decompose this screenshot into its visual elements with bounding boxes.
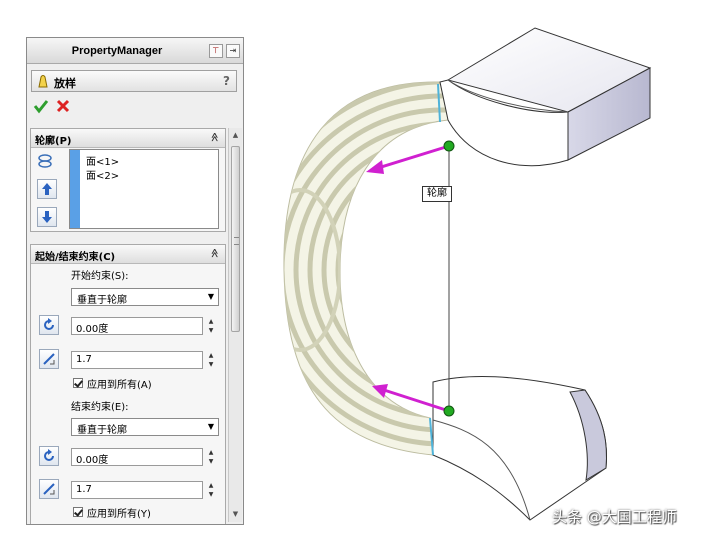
end-length-value: 1.7 — [76, 484, 92, 495]
end-apply-all-checkbox[interactable] — [73, 507, 83, 517]
end-angle-value: 0.00度 — [76, 455, 109, 466]
list-item[interactable]: 面<1> — [86, 153, 119, 168]
undock-icon[interactable]: ⇥ — [226, 44, 240, 58]
start-constraint-label: 开始约束(S): — [71, 271, 129, 282]
lower-block[interactable] — [429, 376, 608, 521]
panel-scrollbar[interactable]: ▲ ▼ — [228, 128, 242, 522]
start-length-button[interactable] — [39, 349, 59, 369]
profile-selection-button[interactable] — [35, 151, 55, 171]
check-icon[interactable] — [33, 98, 49, 114]
end-constraint-value: 垂直于轮廓 — [77, 425, 127, 436]
tangent-length-icon — [43, 353, 55, 365]
scroll-thumb[interactable] — [231, 146, 240, 332]
arrow-down-icon — [42, 211, 52, 223]
panel-title: PropertyManager — [71, 45, 163, 57]
profile-list[interactable]: 面<1> 面<2> — [69, 149, 219, 229]
pin-icon[interactable]: ⊤ — [208, 44, 223, 58]
move-down-button[interactable] — [37, 207, 57, 227]
panel-titlebar: PropertyManager ⊤ ⇥ — [27, 38, 243, 64]
loft-profile-icon — [38, 154, 52, 168]
profile-group-header[interactable]: 轮廓(P) ≫ — [31, 129, 225, 148]
collapse-icon[interactable]: ≫ — [210, 248, 220, 257]
property-manager-panel: PropertyManager ⊤ ⇥ 放样 ? 轮廓(P) ≫ 面<1> 面<… — [26, 37, 244, 525]
tangent-length-icon — [43, 483, 55, 495]
start-apply-all-label: 应用到所有(A) — [87, 380, 152, 391]
upper-block[interactable] — [437, 27, 652, 167]
end-length-input[interactable]: 1.7 — [71, 481, 203, 499]
constraint-group-title: 起始/结束约束(C) — [35, 252, 116, 263]
x-icon[interactable] — [55, 98, 71, 114]
rotate-icon — [44, 449, 54, 461]
start-length-input[interactable]: 1.7 — [71, 351, 203, 369]
feature-header: 放样 ? — [31, 70, 237, 92]
profile-group-title: 轮廓(P) — [35, 136, 72, 147]
start-angle-value: 0.00度 — [76, 324, 109, 335]
watermark: 头条 @大国工程师 — [552, 508, 677, 526]
loft-icon — [38, 75, 48, 88]
end-angle-spinner[interactable]: ▲ ▼ — [205, 448, 217, 466]
start-angle-button[interactable] — [39, 315, 59, 335]
end-length-spinner[interactable]: ▲ ▼ — [205, 481, 217, 499]
constraint-group: 起始/结束约束(C) ≫ 开始约束(S): 垂直于轮廓 ▼ 0.00度 ▲ ▼ 1… — [30, 244, 226, 524]
scroll-down-icon[interactable]: ▼ — [231, 510, 240, 519]
rotate-icon — [44, 318, 54, 330]
start-angle-input[interactable]: 0.00度 — [71, 317, 203, 335]
end-constraint-select[interactable]: 垂直于轮廓 ▼ — [71, 418, 219, 436]
end-constraint-label: 结束约束(E): — [71, 402, 129, 413]
chevron-down-icon: ▼ — [207, 422, 214, 431]
list-selection-bar — [70, 150, 80, 228]
start-length-value: 1.7 — [76, 354, 92, 365]
start-length-spinner[interactable]: ▲ ▼ — [205, 351, 217, 369]
feature-name: 放样 — [54, 77, 76, 90]
profile-group: 轮廓(P) ≫ 面<1> 面<2> — [30, 128, 226, 232]
start-apply-all-checkbox[interactable] — [73, 378, 83, 388]
end-angle-input[interactable]: 0.00度 — [71, 448, 203, 466]
start-constraint-select[interactable]: 垂直于轮廓 ▼ — [71, 288, 219, 306]
chevron-down-icon: ▼ — [207, 292, 214, 301]
end-apply-all-label: 应用到所有(Y) — [87, 509, 151, 520]
constraint-group-header[interactable]: 起始/结束约束(C) ≫ — [31, 245, 225, 264]
end-angle-button[interactable] — [39, 446, 59, 466]
help-icon[interactable]: ? — [223, 74, 230, 88]
move-up-button[interactable] — [37, 179, 57, 199]
end-length-button[interactable] — [39, 479, 59, 499]
start-angle-spinner[interactable]: ▲ ▼ — [205, 317, 217, 335]
profile-callout[interactable]: 轮廓 — [422, 186, 452, 202]
start-constraint-value: 垂直于轮廓 — [77, 295, 127, 306]
list-item[interactable]: 面<2> — [86, 167, 119, 182]
collapse-icon[interactable]: ≫ — [210, 132, 220, 141]
arrow-up-icon — [42, 183, 52, 195]
scroll-up-icon[interactable]: ▲ — [231, 131, 240, 140]
